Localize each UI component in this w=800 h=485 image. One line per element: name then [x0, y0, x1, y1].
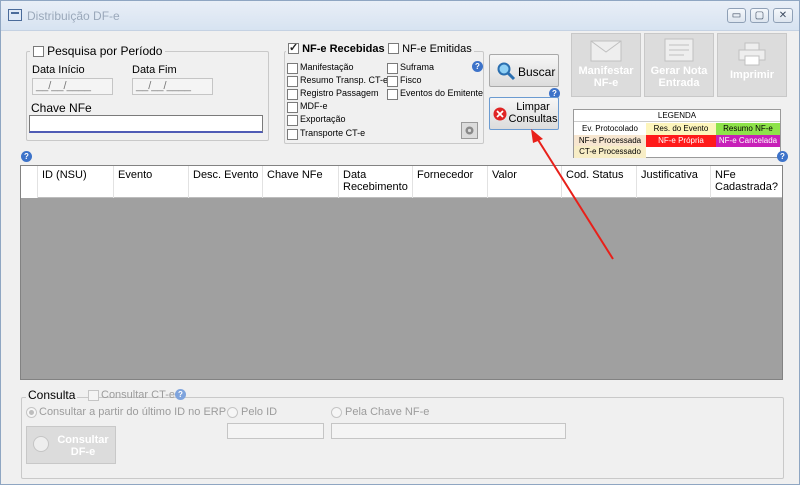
legend-item: NF-e Cancelada	[716, 135, 780, 147]
legend-item: Res. do Evento	[646, 123, 716, 135]
close-button[interactable]: ✕	[773, 8, 793, 23]
resumo-cte-checkbox[interactable]	[287, 76, 298, 87]
buscar-button[interactable]: Buscar	[489, 54, 559, 87]
column-header[interactable]: Justificativa	[637, 166, 711, 198]
main-window: Distribuição DF-e ▭ ▢ ✕ Pesquisa por Per…	[0, 0, 800, 485]
column-header[interactable]: Evento	[114, 166, 189, 198]
gear-icon[interactable]	[461, 122, 478, 139]
end-date-field[interactable]: __/__/____	[132, 78, 213, 95]
help-icon[interactable]: ?	[21, 151, 32, 162]
exportacao-checkbox[interactable]	[287, 115, 298, 126]
period-checkbox-label: Pesquisa por Período	[47, 44, 163, 58]
annotation-arrow	[531, 129, 614, 260]
recebidas-wrap[interactable]: NF-e Recebidas	[286, 41, 387, 55]
manifestacao-label: Manifestação	[300, 62, 354, 72]
radio-pela-chave[interactable]	[331, 407, 342, 418]
limpar-label: Limpar Consultas	[508, 101, 558, 125]
radio-ultimo-id[interactable]	[26, 407, 37, 418]
transporte-cte-label: Transporte CT-e	[300, 128, 366, 138]
column-header[interactable]: Data Recebimento	[339, 166, 413, 198]
eventos-emitente-label: Eventos do Emitente	[400, 88, 484, 98]
radio-pelo-id-label: Pelo ID	[241, 406, 278, 418]
legend-item: Resumo NF-e	[716, 123, 780, 135]
exportacao-label: Exportação	[300, 114, 346, 124]
help-icon[interactable]: ?	[175, 389, 186, 400]
envelope-icon	[590, 40, 622, 62]
window-title: Distribuição DF-e	[27, 9, 120, 23]
recebidas-label: NF-e Recebidas	[302, 43, 385, 55]
chave-consulta-input[interactable]	[331, 423, 566, 439]
imprimir-button[interactable]: Imprimir	[717, 33, 787, 97]
registro-passagem-label: Registro Passagem	[300, 88, 379, 98]
consultar-dfe-button[interactable]: Consultar DF-e	[26, 426, 116, 464]
column-header[interactable]: ID (NSU)	[38, 166, 114, 198]
minimize-button[interactable]: ▭	[727, 8, 746, 23]
start-date-field[interactable]: __/__/____	[32, 78, 113, 95]
emitidas-wrap[interactable]: NF-e Emitidas	[386, 41, 474, 55]
period-checkbox-wrap[interactable]: Pesquisa por Período	[30, 44, 166, 58]
title-bar: Distribuição DF-e ▭ ▢ ✕	[1, 1, 799, 31]
recebidas-checkbox[interactable]	[288, 41, 299, 54]
manifestar-button[interactable]: Manifestar NF-e	[571, 33, 641, 97]
search-icon	[496, 61, 516, 84]
results-grid[interactable]: ID (NSU) Evento Desc. Evento Chave NFe D…	[20, 165, 783, 380]
fisco-checkbox[interactable]	[387, 76, 398, 87]
printer-icon	[738, 42, 766, 66]
eventos-emitente-checkbox[interactable]	[387, 89, 398, 100]
radio-pelo-id[interactable]	[227, 407, 238, 418]
emitidas-label: NF-e Emitidas	[402, 43, 472, 55]
row-selector-header	[21, 166, 38, 198]
help-icon[interactable]: ?	[472, 61, 483, 72]
fisco-label: Fisco	[400, 75, 422, 85]
imprimir-label: Imprimir	[729, 69, 774, 81]
mdfe-label: MDF-e	[300, 101, 328, 111]
maximize-button[interactable]: ▢	[750, 8, 769, 23]
start-date-label: Data Início	[32, 64, 85, 76]
consultar-cte-label: Consultar CT-e	[101, 389, 175, 401]
consulta-title: Consulta	[26, 388, 78, 402]
column-header[interactable]: Fornecedor	[413, 166, 488, 198]
manifestacao-checkbox[interactable]	[287, 63, 298, 74]
column-header[interactable]: Chave NFe	[263, 166, 339, 198]
app-icon	[8, 9, 22, 21]
period-checkbox[interactable]	[33, 46, 44, 57]
mdfe-checkbox[interactable]	[287, 102, 298, 113]
emitidas-checkbox[interactable]	[388, 43, 399, 54]
column-header[interactable]: NFe Cadastrada?	[711, 166, 782, 198]
help-icon[interactable]: ?	[777, 151, 788, 162]
suframa-label: Suframa	[400, 62, 435, 72]
form-icon	[664, 38, 694, 62]
chave-nfe-label: Chave NFe	[29, 101, 94, 115]
refresh-icon	[33, 436, 49, 452]
radio-pela-chave-label: Pela Chave NF-e	[345, 406, 430, 418]
column-header[interactable]: Desc. Evento	[189, 166, 263, 198]
manifestar-label: Manifestar NF-e	[578, 65, 634, 89]
radio-ultimo-id-label: Consultar a partir do último ID no ERP	[39, 406, 227, 418]
chave-nfe-input[interactable]	[29, 115, 263, 133]
gerar-nota-label: Gerar Nota Entrada	[650, 65, 708, 89]
grid-header: ID (NSU) Evento Desc. Evento Chave NFe D…	[21, 166, 782, 198]
clear-icon	[493, 107, 507, 124]
end-date-label: Data Fim	[132, 64, 177, 76]
consultar-cte-checkbox[interactable]	[88, 390, 99, 401]
registro-passagem-checkbox[interactable]	[287, 89, 298, 100]
legend-item: NF-e Própria	[646, 135, 716, 147]
resumo-cte-label: Resumo Transp. CT-e	[300, 75, 389, 85]
suframa-checkbox[interactable]	[387, 63, 398, 74]
legend-title: LEGENDA	[574, 110, 780, 122]
consultar-dfe-label: Consultar DF-e	[57, 434, 109, 458]
gerar-nota-button[interactable]: Gerar Nota Entrada	[644, 33, 714, 97]
buscar-label: Buscar	[518, 65, 556, 79]
id-input[interactable]	[227, 423, 324, 439]
transporte-cte-checkbox[interactable]	[287, 129, 298, 140]
